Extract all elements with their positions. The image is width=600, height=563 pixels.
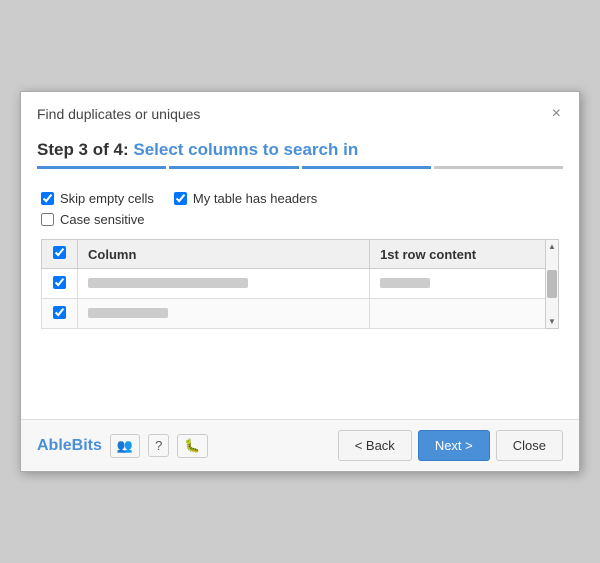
row1-col-name [78,269,370,299]
scrollbar-down-arrow[interactable]: ▼ [546,315,558,328]
row1-col-content [370,269,559,299]
bug-icon: 🐛 [184,438,200,454]
scrollbar[interactable]: ▲ ▼ [545,239,559,329]
spacer [21,339,579,419]
content-area: Skip empty cells Case sensitive My table… [21,179,579,339]
bug-icon-button[interactable]: 🐛 [177,434,207,458]
col-header-column: Column [78,240,370,269]
table-headers-label[interactable]: My table has headers [174,191,317,206]
table-headers-text: My table has headers [193,191,317,206]
step-number: Step 3 of 4: [37,140,129,159]
step-bar-2 [169,166,298,169]
table-row [42,269,559,299]
skip-empty-cells-label[interactable]: Skip empty cells [41,191,154,206]
row2-col-name [78,299,370,329]
step-bar-3 [302,166,431,169]
footer-left: AbleBits 👥 ? 🐛 [37,434,208,458]
brand-black: Able [37,437,72,454]
table-container: Column 1st row content [41,239,559,329]
columns-table: Column 1st row content [41,239,559,329]
case-sensitive-text: Case sensitive [60,212,145,227]
users-icon: 👥 [117,438,133,454]
skip-empty-cells-checkbox[interactable] [41,192,54,205]
case-sensitive-label[interactable]: Case sensitive [41,212,154,227]
back-button[interactable]: < Back [338,430,412,461]
table-headers-checkbox[interactable] [174,192,187,205]
col-header-check [42,240,78,269]
step-title: Step 3 of 4: Select columns to search in [37,140,563,160]
row2-col-name-text [88,308,168,318]
users-icon-button[interactable]: 👥 [110,434,140,458]
col-header-content: 1st row content [370,240,559,269]
help-icon: ? [155,438,162,453]
skip-empty-cells-text: Skip empty cells [60,191,154,206]
close-button[interactable]: Close [496,430,563,461]
row1-content-text [380,278,430,288]
step-bar-4 [434,166,563,169]
select-all-checkbox[interactable] [53,246,66,259]
step-bar-1 [37,166,166,169]
find-duplicates-dialog: Find duplicates or uniques × Step 3 of 4… [20,91,580,472]
dialog-close-button[interactable]: × [550,106,563,122]
row2-check-cell [42,299,78,329]
brand-name: AbleBits [37,437,102,455]
scrollbar-up-arrow[interactable]: ▲ [546,240,558,253]
help-icon-button[interactable]: ? [148,434,169,457]
scrollbar-thumb[interactable] [547,270,557,298]
option-col-right: My table has headers [174,191,317,227]
step-description: Select columns to search in [133,140,358,159]
table-row [42,299,559,329]
table-header-row: Column 1st row content [42,240,559,269]
next-button[interactable]: Next > [418,430,490,461]
step-progress [37,166,563,169]
case-sensitive-checkbox[interactable] [41,213,54,226]
row1-check-cell [42,269,78,299]
row2-checkbox[interactable] [53,306,66,319]
dialog-header: Find duplicates or uniques × [21,92,579,132]
dialog-title: Find duplicates or uniques [37,106,200,122]
option-col-left: Skip empty cells Case sensitive [41,191,154,227]
brand-blue: Bits [72,437,102,454]
dialog-footer: AbleBits 👥 ? 🐛 < Back Next > Close [21,419,579,471]
row2-col-content [370,299,559,329]
options-row: Skip empty cells Case sensitive My table… [41,191,559,227]
row1-checkbox[interactable] [53,276,66,289]
row1-col-name-text [88,278,248,288]
step-header: Step 3 of 4: Select columns to search in [21,132,579,179]
footer-right: < Back Next > Close [338,430,563,461]
